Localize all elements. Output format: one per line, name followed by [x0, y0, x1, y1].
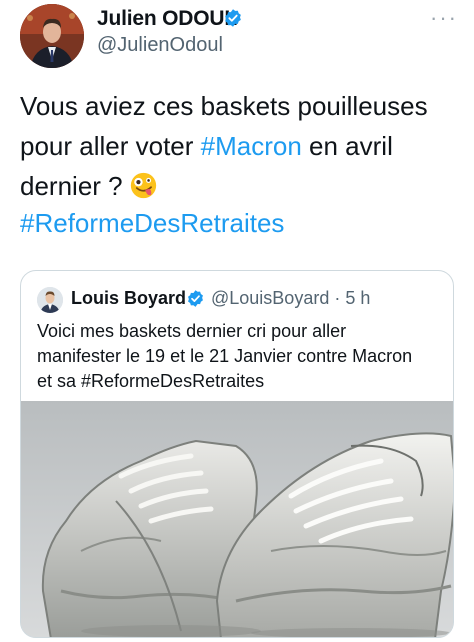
tweet-line-2: pour aller voter #Macron en avril	[20, 126, 460, 166]
quoted-tweet[interactable]: Louis Boyard @LouisBoyard · 5 h Voici me…	[20, 270, 454, 638]
author-name[interactable]: Julien ODOUL	[97, 7, 237, 31]
tweet-line-2-suffix: en avril	[301, 131, 393, 161]
quoted-handle-time[interactable]: @LouisBoyard · 5 h	[211, 288, 370, 309]
author-handle[interactable]: @JulienOdoul	[97, 34, 223, 57]
quoted-line-1: Voici mes baskets dernier cri pour aller	[37, 321, 347, 341]
quoted-tweet-text: Voici mes baskets dernier cri pour aller…	[37, 319, 447, 394]
tweet-text: Vous aviez ces baskets pouilleuses pour …	[20, 86, 460, 206]
quoted-author-avatar[interactable]	[37, 287, 63, 313]
more-options-icon[interactable]: ···	[430, 7, 458, 29]
hashtag-reforme-link[interactable]: #ReformeDesRetraites	[20, 208, 284, 239]
hashtag-macron-link[interactable]: #Macron	[201, 131, 302, 161]
quoted-verified-badge-icon	[188, 290, 203, 307]
sneakers-photo[interactable]	[21, 401, 453, 637]
tweet-line-3-text: dernier ?	[20, 171, 130, 201]
zany-face-emoji-icon	[130, 172, 156, 199]
author-avatar[interactable]	[20, 4, 84, 68]
quoted-author-name[interactable]: Louis Boyard	[71, 288, 186, 309]
tweet-line-3: dernier ?	[20, 166, 460, 206]
tweet-line-1: Vous aviez ces baskets pouilleuses	[20, 91, 428, 121]
quoted-line-3: et sa #ReformeDesRetraites	[37, 371, 265, 391]
verified-badge-icon	[225, 9, 241, 27]
quoted-line-2: manifester le 19 et le 21 Janvier contre…	[37, 346, 413, 366]
tweet-line-2-prefix: pour aller voter	[20, 131, 201, 161]
